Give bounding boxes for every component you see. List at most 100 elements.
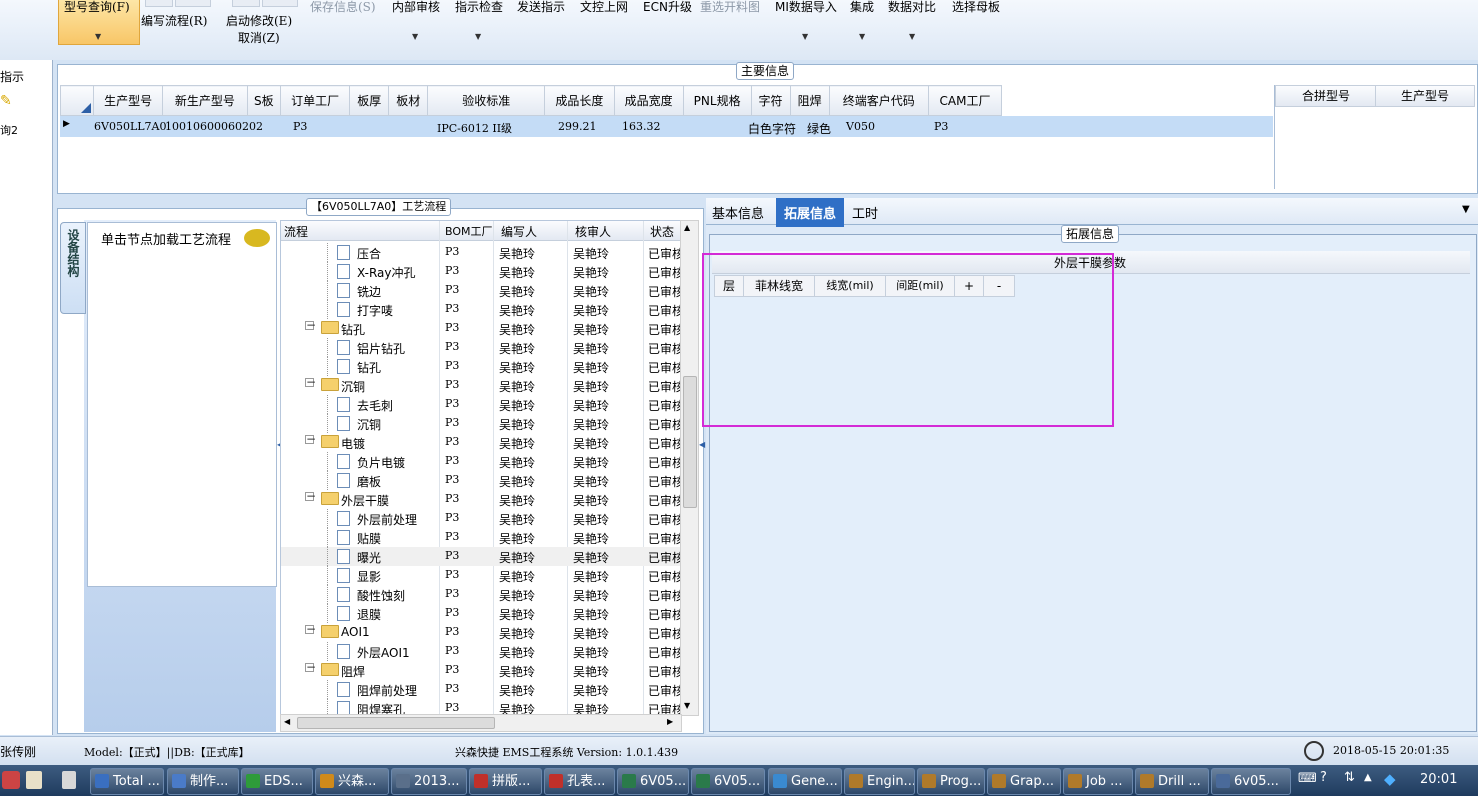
column-header[interactable]: 合拼型号	[1275, 85, 1377, 107]
calculator-icon[interactable]	[62, 771, 76, 789]
column-header[interactable]: 状态	[650, 223, 674, 240]
chevron-down-icon[interactable]: ▼	[802, 32, 808, 41]
taskbar-item[interactable]: 制作...	[167, 768, 239, 795]
column-header[interactable]: 流程	[284, 223, 308, 240]
taskbar-item[interactable]: Prog...	[917, 768, 985, 795]
taskbar-item[interactable]: 6V05...	[691, 768, 765, 795]
tree-row[interactable]: − 外层干膜 P3 吴艳玲 吴艳玲 已审核	[281, 490, 681, 509]
taskbar-item[interactable]: Job ...	[1063, 768, 1133, 795]
data-compare-button[interactable]: 数据对比	[888, 0, 936, 15]
tree-row[interactable]: − AOI1 P3 吴艳玲 吴艳玲 已审核	[281, 623, 681, 642]
collapse-icon[interactable]: −	[305, 623, 316, 635]
tray-app-icon[interactable]: ◆	[1384, 770, 1396, 788]
column-header[interactable]: 核审人	[575, 223, 611, 240]
column-header[interactable]: 验收标准	[427, 85, 546, 116]
column-header[interactable]: 字符	[750, 85, 791, 116]
chevron-down-icon[interactable]: ▼	[859, 32, 865, 41]
collapse-icon[interactable]: −	[305, 490, 316, 502]
tree-row[interactable]: 显影 P3 吴艳玲 吴艳玲 已审核	[281, 566, 681, 585]
internal-review-button[interactable]: 内部审核	[392, 0, 440, 15]
tree-row[interactable]: 钻孔 P3 吴艳玲 吴艳玲 已审核	[281, 357, 681, 376]
select-mother-board-button[interactable]: 选择母板	[952, 0, 1000, 15]
taskbar-item[interactable]: 拼版...	[469, 768, 542, 795]
collapse-icon[interactable]: −	[305, 319, 316, 331]
nav-item-query2[interactable]: 询2	[0, 120, 52, 138]
tab-extended-info[interactable]: 拓展信息	[776, 198, 845, 227]
tree-row[interactable]: 酸性蚀刻 P3 吴艳玲 吴艳玲 已审核	[281, 585, 681, 604]
vertical-scrollbar[interactable]: ▲ ▼	[680, 220, 699, 716]
horizontal-scrollbar[interactable]: ◀ ▶	[280, 714, 682, 732]
column-header[interactable]: CAM工厂	[928, 85, 1002, 116]
network-icon[interactable]: ⇅	[1344, 770, 1355, 785]
tree-row[interactable]: − 电镀 P3 吴艳玲 吴艳玲 已审核	[281, 433, 681, 452]
tree-row[interactable]: 阻焊前处理 P3 吴艳玲 吴艳玲 已审核	[281, 680, 681, 699]
scroll-thumb[interactable]	[297, 717, 495, 729]
tree-row[interactable]: − 钻孔 P3 吴艳玲 吴艳玲 已审核	[281, 319, 681, 338]
taskbar-item[interactable]: Engin...	[844, 768, 915, 795]
tab-equipment-structure[interactable]: 设备结构	[60, 222, 86, 314]
cancel-button[interactable]: 取消(Z)	[238, 29, 280, 46]
tree-row[interactable]: 退膜 P3 吴艳玲 吴艳玲 已审核	[281, 604, 681, 623]
instruction-check-button[interactable]: 指示检查	[455, 0, 503, 15]
column-header[interactable]: 生产型号	[1375, 85, 1475, 107]
scroll-right-icon[interactable]: ▶	[667, 717, 673, 726]
column-header[interactable]: 生产型号	[92, 85, 164, 116]
taskbar-item[interactable]: 6V05...	[617, 768, 689, 795]
tree-row[interactable]: 贴膜 P3 吴艳玲 吴艳玲 已审核	[281, 528, 681, 547]
tree-row[interactable]: 压合 P3 吴艳玲 吴艳玲 已审核	[281, 243, 681, 262]
taskbar-item[interactable]: Drill ...	[1135, 768, 1209, 795]
save-info-button[interactable]: 保存信息(S)	[310, 0, 376, 15]
tree-row[interactable]: 磨板 P3 吴艳玲 吴艳玲 已审核	[281, 471, 681, 490]
tree-row[interactable]: 铣边 P3 吴艳玲 吴艳玲 已审核	[281, 281, 681, 300]
tree-row[interactable]: 外层AOI1 P3 吴艳玲 吴艳玲 已审核	[281, 642, 681, 661]
tree-row[interactable]: − 沉铜 P3 吴艳玲 吴艳玲 已审核	[281, 376, 681, 395]
chevron-down-icon[interactable]: ▼	[475, 32, 481, 41]
tree-row[interactable]: 曝光 P3 吴艳玲 吴艳玲 已审核	[281, 547, 681, 566]
column-header[interactable]: 订单工厂	[280, 85, 351, 116]
tree-row[interactable]: 去毛刺 P3 吴艳玲 吴艳玲 已审核	[281, 395, 681, 414]
taskbar-item[interactable]: 孔表...	[544, 768, 615, 795]
write-flow-button[interactable]: 编写流程(R)	[141, 12, 207, 29]
column-header[interactable]: 成品宽度	[613, 85, 684, 116]
column-header[interactable]: PNL规格	[682, 85, 752, 116]
ecn-upgrade-button[interactable]: ECN升级	[643, 0, 692, 15]
mi-data-import-button[interactable]: MI数据导入	[775, 0, 837, 15]
app-icon[interactable]	[2, 771, 20, 789]
tree-row[interactable]: 外层前处理 P3 吴艳玲 吴艳玲 已审核	[281, 509, 681, 528]
chevron-down-icon[interactable]: ▼	[412, 32, 418, 41]
table-row[interactable]: ▶ 6V050LL7A0 10010600060202 P3 IPC-6012 …	[60, 116, 1273, 137]
column-header[interactable]: 成品长度	[544, 85, 615, 116]
model-query-button[interactable]: 型号查询(F) ▼	[58, 0, 140, 45]
integration-button[interactable]: 集成	[850, 0, 874, 15]
send-instruction-button[interactable]: 发送指示	[517, 0, 565, 15]
collapse-icon[interactable]: −	[305, 433, 316, 445]
column-header[interactable]: 终端客户代码	[828, 85, 930, 116]
taskbar-clock[interactable]: 20:01	[1420, 772, 1457, 787]
column-header[interactable]: BOM工厂	[445, 223, 493, 239]
column-header[interactable]: 新生产型号	[162, 85, 248, 116]
app-icon[interactable]	[26, 771, 42, 789]
dropdown-arrow-icon[interactable]: ▼	[1462, 204, 1470, 215]
taskbar-item[interactable]: 兴森...	[315, 768, 389, 795]
chevron-down-icon[interactable]: ▼	[909, 32, 915, 41]
tab-work-hours[interactable]: 工时	[846, 202, 884, 223]
scroll-left-icon[interactable]: ◀	[284, 717, 290, 726]
collapse-icon[interactable]: −	[305, 376, 316, 388]
reselect-cutting-button[interactable]: 重选开料图	[700, 0, 760, 15]
taskbar-item[interactable]: 6v05...	[1211, 768, 1291, 795]
keyboard-icon[interactable]: ⌨	[1298, 771, 1317, 786]
tree-row[interactable]: − 阻焊 P3 吴艳玲 吴艳玲 已审核	[281, 661, 681, 680]
help-icon[interactable]: ?	[1320, 770, 1327, 785]
scroll-up-icon[interactable]: ▲	[684, 223, 690, 232]
tree-row[interactable]: 沉铜 P3 吴艳玲 吴艳玲 已审核	[281, 414, 681, 433]
tree-row[interactable]: 铝片钻孔 P3 吴艳玲 吴艳玲 已审核	[281, 338, 681, 357]
tree-row[interactable]: 负片电镀 P3 吴艳玲 吴艳玲 已审核	[281, 452, 681, 471]
column-header[interactable]: 板厚	[349, 85, 390, 116]
splitter-arrow-icon[interactable]: ◀	[699, 440, 705, 449]
column-header[interactable]: 阻焊	[789, 85, 830, 116]
column-header[interactable]: S板	[246, 85, 282, 116]
taskbar-item[interactable]: EDS...	[241, 768, 313, 795]
collapse-icon[interactable]: −	[305, 661, 316, 673]
tree-row[interactable]: 打字唛 P3 吴艳玲 吴艳玲 已审核	[281, 300, 681, 319]
tray-expand-icon[interactable]: ▲	[1364, 772, 1372, 783]
